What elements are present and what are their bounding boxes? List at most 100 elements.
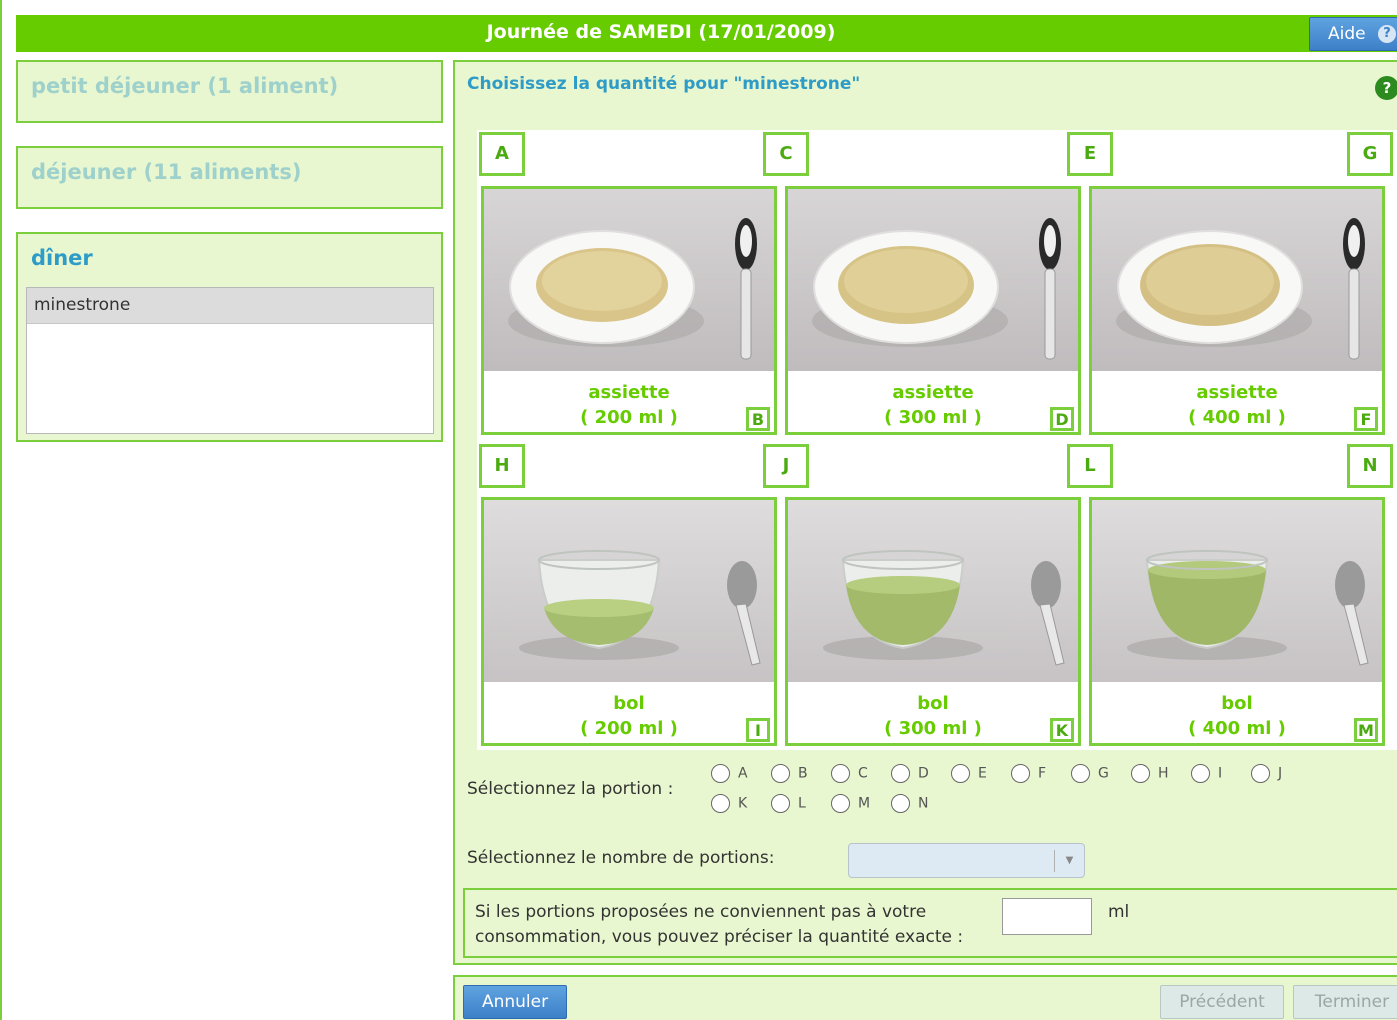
exact-quantity-input[interactable] <box>1002 898 1092 935</box>
radio-label: A <box>738 765 748 782</box>
finish-button[interactable]: Terminer <box>1293 985 1397 1019</box>
portion-count-select[interactable]: ▼ <box>848 843 1085 878</box>
portion-select-label: Sélectionnez la portion : <box>467 779 674 799</box>
portion-volume: ( 400 ml ) <box>1188 718 1286 739</box>
portion-card-j[interactable]: bol ( 300 ml ) K <box>785 497 1081 746</box>
portion-radio-a[interactable]: A <box>711 764 748 783</box>
portion-tag-a: A <box>479 132 525 176</box>
radio-icon <box>831 794 850 813</box>
portion-card-l[interactable]: bol ( 400 ml ) M <box>1089 497 1385 746</box>
radio-icon <box>711 794 730 813</box>
question-icon: ? <box>1378 25 1396 43</box>
portion-radio-c[interactable]: C <box>831 764 868 783</box>
radio-icon <box>1191 764 1210 783</box>
plate-photo <box>1092 189 1382 371</box>
portion-container: bol <box>917 693 949 714</box>
portion-radio-l[interactable]: L <box>771 794 806 813</box>
portion-radio-k[interactable]: K <box>711 794 747 813</box>
portion-radio-i[interactable]: I <box>1191 764 1222 783</box>
portion-tag-b: B <box>746 407 770 431</box>
portion-tag-h: H <box>479 444 525 488</box>
cancel-button[interactable]: Annuler <box>463 985 567 1019</box>
portion-radio-m[interactable]: M <box>831 794 870 813</box>
app-window: Journée de SAMEDI (17/01/2009) Aide ? pe… <box>0 0 1397 1020</box>
radio-icon <box>771 794 790 813</box>
radio-label: I <box>1218 765 1223 782</box>
portion-radio-e[interactable]: E <box>951 764 987 783</box>
radio-icon <box>1251 764 1270 783</box>
footer-bar: Annuler Précédent Terminer <box>453 975 1397 1020</box>
page-title: Journée de SAMEDI (17/01/2009) <box>486 21 836 43</box>
portion-tag-c: C <box>763 132 809 176</box>
previous-button[interactable]: Précédent <box>1160 985 1284 1019</box>
portion-radio-h[interactable]: H <box>1131 764 1169 783</box>
portion-container: assiette <box>892 382 974 403</box>
radio-label: K <box>738 795 748 812</box>
portion-radio-f[interactable]: F <box>1011 764 1046 783</box>
chevron-down-icon: ▼ <box>1054 850 1084 872</box>
radio-icon <box>1011 764 1030 783</box>
radio-label: F <box>1038 765 1047 782</box>
plate-photo <box>484 189 774 371</box>
portion-card-e[interactable]: assiette ( 400 ml ) F <box>1089 186 1385 435</box>
portion-radio-j[interactable]: J <box>1251 764 1282 783</box>
radio-label: L <box>798 795 806 812</box>
radio-icon <box>1071 764 1090 783</box>
radio-icon <box>1131 764 1150 783</box>
portion-radio-g[interactable]: G <box>1071 764 1109 783</box>
help-button[interactable]: Aide ? <box>1309 17 1397 51</box>
radio-icon <box>711 764 730 783</box>
portion-tag-k: K <box>1050 718 1074 742</box>
meal-lunch[interactable]: déjeuner (11 aliments) <box>16 146 443 209</box>
portion-radio-b[interactable]: B <box>771 764 808 783</box>
radio-icon <box>771 764 790 783</box>
portion-card-h[interactable]: bol ( 200 ml ) I <box>481 497 777 746</box>
portion-tag-e: E <box>1067 132 1113 176</box>
portion-container: assiette <box>588 382 670 403</box>
portion-volume: ( 300 ml ) <box>884 718 982 739</box>
radio-label: H <box>1158 765 1169 782</box>
radio-label: N <box>918 795 929 812</box>
portion-container: bol <box>1221 693 1253 714</box>
portion-volume: ( 400 ml ) <box>1188 407 1286 428</box>
meal-dinner: dîner minestrone <box>16 232 443 442</box>
bowl-photo <box>788 500 1078 682</box>
radio-label: B <box>798 765 808 782</box>
help-icon[interactable]: ? <box>1375 76 1397 100</box>
meal-dinner-title: dîner <box>31 246 93 270</box>
portion-tag-f: F <box>1354 407 1378 431</box>
meal-breakfast[interactable]: petit déjeuner (1 aliment) <box>16 60 443 123</box>
exact-quantity-unit: ml <box>1108 902 1130 922</box>
radio-icon <box>891 794 910 813</box>
radio-label: M <box>858 795 871 812</box>
radio-label: D <box>918 765 929 782</box>
portion-card-a[interactable]: assiette ( 200 ml ) B <box>481 186 777 435</box>
food-list-item[interactable]: minestrone <box>27 288 433 324</box>
meal-breakfast-title: petit déjeuner (1 aliment) <box>31 74 339 98</box>
portion-tag-g: G <box>1347 132 1393 176</box>
radio-icon <box>951 764 970 783</box>
portion-container: bol <box>613 693 645 714</box>
day-header: Journée de SAMEDI (17/01/2009) Aide ? <box>16 15 1397 52</box>
portion-container: assiette <box>1196 382 1278 403</box>
portion-radio-n[interactable]: N <box>891 794 928 813</box>
portion-tag-l: L <box>1067 444 1113 488</box>
plate-photo <box>788 189 1078 371</box>
radio-label: G <box>1098 765 1109 782</box>
radio-label: E <box>978 765 987 782</box>
exact-quantity-text: Si les portions proposées ne conviennent… <box>475 902 964 947</box>
portion-tag-m: M <box>1354 718 1378 742</box>
bowl-photo <box>484 500 774 682</box>
portion-tag-d: D <box>1050 407 1074 431</box>
portion-radio-d[interactable]: D <box>891 764 929 783</box>
portion-tag-i: I <box>746 718 770 742</box>
portion-volume: ( 300 ml ) <box>884 407 982 428</box>
portion-tag-j: J <box>763 444 809 488</box>
quantity-title: Choisissez la quantité pour "minestrone" <box>467 74 861 94</box>
radio-icon <box>891 764 910 783</box>
portion-count-label: Sélectionnez le nombre de portions: <box>467 848 775 868</box>
portion-tag-n: N <box>1347 444 1393 488</box>
help-button-label: Aide <box>1328 24 1366 44</box>
portion-volume: ( 200 ml ) <box>580 407 678 428</box>
portion-card-c[interactable]: assiette ( 300 ml ) D <box>785 186 1081 435</box>
